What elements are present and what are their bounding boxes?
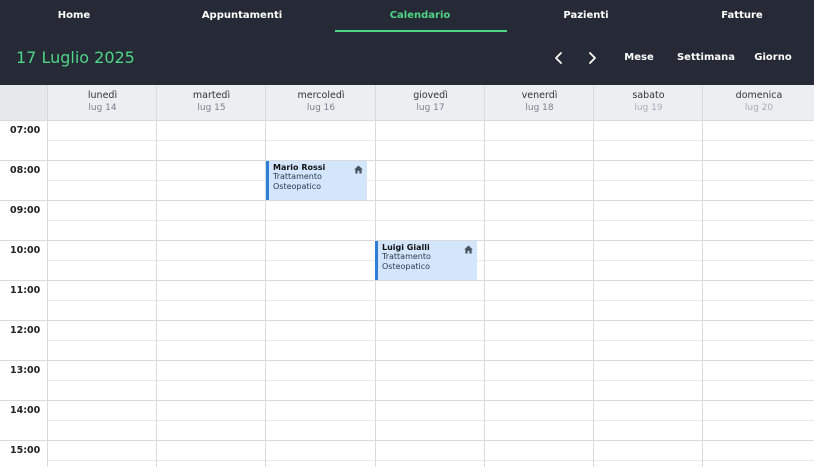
home-icon [464,245,473,254]
day-name: giovedì [413,90,448,101]
day-name: martedì [192,90,231,101]
calendar-header: 17 Luglio 2025 Mese Settimana Giorno [0,32,814,85]
time-label: 11:00 [10,285,41,296]
column-line [156,120,157,467]
column-line [47,120,48,467]
half-hour-line [47,420,814,421]
hour-line [0,320,814,321]
hour-line [0,280,814,281]
day-date: lug 16 [306,103,336,113]
day-date: lug 14 [88,103,117,113]
appointment-event[interactable]: Mario Rossi Trattamento Osteopatico [266,161,367,200]
hour-line [0,160,814,161]
day-header-tuesday[interactable]: martedì lug 15 [156,85,266,120]
page-title: 17 Luglio 2025 [16,48,135,67]
time-label: 13:00 [10,365,41,376]
nav-home[interactable]: Home [34,0,114,32]
day-header-saturday[interactable]: sabato lug 19 [593,85,703,120]
half-hour-line [47,340,814,341]
day-header-friday[interactable]: venerdì lug 18 [484,85,594,120]
column-line [375,120,376,467]
chevron-left-icon[interactable] [551,50,567,66]
day-date: lug 17 [416,103,445,113]
event-description: Trattamento Osteopatico [382,252,431,271]
half-hour-line [47,180,814,181]
time-label: 07:00 [10,125,41,136]
time-column-corner [0,85,47,120]
nav-calendario[interactable]: Calendario [380,0,460,32]
appointment-event[interactable]: Luigi Gialli Trattamento Osteopatico [375,241,477,280]
day-name: domenica [735,90,783,101]
time-label: 12:00 [10,325,41,336]
day-header-wednesday[interactable]: mercoledì lug 16 [265,85,376,120]
hour-line [0,360,814,361]
half-hour-line [47,380,814,381]
half-hour-line [47,220,814,221]
time-label: 08:00 [10,165,41,176]
column-line [484,120,485,467]
nav-pazienti[interactable]: Pazienti [546,0,626,32]
day-name: venerdì [521,90,558,101]
half-hour-line [47,300,814,301]
hour-line [0,400,814,401]
day-date: lug 19 [634,103,663,113]
view-day-button[interactable]: Giorno [752,46,794,70]
time-label: 14:00 [10,405,41,416]
hour-line [0,120,814,121]
nav-appuntamenti[interactable]: Appuntamenti [196,0,288,32]
top-nav: Home Appuntamenti Calendario Pazienti Fa… [0,0,814,32]
day-header-sunday[interactable]: domenica lug 20 [702,85,814,120]
time-label: 09:00 [10,205,41,216]
week-calendar-grid: lunedì lug 14 martedì lug 15 mercoledì l… [0,85,814,467]
day-name: lunedì [87,90,118,101]
event-patient-name: Luigi Gialli [382,243,430,252]
half-hour-line [47,460,814,461]
day-name: sabato [632,90,665,101]
day-date: lug 20 [744,103,774,113]
chevron-right-icon[interactable] [584,50,600,66]
home-icon [354,165,363,174]
day-name: mercoledì [297,90,345,101]
half-hour-line [47,140,814,141]
column-line [593,120,594,467]
day-header-monday[interactable]: lunedì lug 14 [47,85,157,120]
day-date: lug 15 [197,103,226,113]
view-month-button[interactable]: Mese [620,46,658,70]
nav-fatture[interactable]: Fatture [702,0,782,32]
day-date: lug 18 [525,103,554,113]
day-header-thursday[interactable]: giovedì lug 17 [375,85,485,120]
event-patient-name: Mario Rossi [273,163,326,172]
hour-line [0,200,814,201]
time-label: 10:00 [10,245,41,256]
event-description: Trattamento Osteopatico [273,172,322,191]
hour-line [0,440,814,441]
view-week-button[interactable]: Settimana [676,46,736,70]
day-header-row: lunedì lug 14 martedì lug 15 mercoledì l… [0,85,814,120]
column-line [702,120,703,467]
time-label: 15:00 [10,445,41,456]
